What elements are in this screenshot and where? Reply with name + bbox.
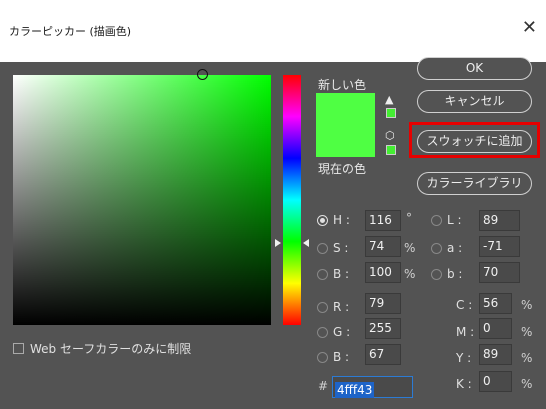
label-l: L : — [447, 213, 462, 227]
input-c[interactable]: 56 — [479, 293, 512, 314]
new-color-swatch — [316, 93, 375, 128]
window-title: カラーピッカー (描画色) — [9, 25, 132, 38]
warning-icon: ▲ — [385, 93, 394, 106]
radio-l[interactable] — [431, 215, 442, 226]
gamut-warning-swatch[interactable] — [386, 108, 396, 118]
input-b[interactable]: 100 — [365, 262, 401, 283]
new-color-label: 新しい色 — [318, 78, 367, 92]
unit-m: % — [521, 325, 533, 339]
label-a: a : — [447, 241, 463, 255]
radio-rgb-b[interactable] — [317, 352, 328, 363]
unit-y: % — [521, 351, 533, 365]
label-h: H : — [333, 213, 350, 227]
color-field[interactable] — [13, 75, 271, 325]
label-m: M : — [456, 325, 475, 339]
radio-b[interactable] — [317, 269, 328, 280]
cube-icon: ⬡ — [385, 129, 395, 142]
hex-value: 4fff43 — [335, 382, 375, 398]
websafe-checkbox[interactable] — [13, 343, 24, 354]
input-s[interactable]: 74 — [365, 236, 401, 257]
input-k[interactable]: 0 — [479, 371, 512, 392]
unit-k: % — [521, 377, 533, 391]
label-y: Y : — [456, 351, 472, 365]
hex-input[interactable]: 4fff43 — [332, 376, 413, 398]
highlight-box — [409, 122, 540, 158]
label-g: G : — [333, 325, 351, 339]
hue-slider[interactable] — [283, 75, 301, 325]
input-y[interactable]: 89 — [479, 344, 512, 365]
label-rgb-b: B : — [333, 350, 350, 364]
websafe-option[interactable]: Web セーフカラーのみに制限 — [13, 340, 191, 357]
current-color-label: 現在の色 — [318, 162, 367, 176]
hue-slider-right-handle[interactable] — [303, 239, 309, 247]
hue-slider-left-handle[interactable] — [275, 239, 281, 247]
input-rgb-b[interactable]: 67 — [365, 344, 401, 365]
unit-b: % — [404, 267, 416, 281]
close-icon[interactable]: ✕ — [522, 19, 537, 37]
input-h[interactable]: 116 — [365, 210, 401, 231]
cancel-button[interactable]: キャンセル — [417, 90, 532, 113]
input-lab-b[interactable]: 70 — [479, 262, 520, 283]
label-lab-b: b : — [447, 267, 463, 281]
radio-h[interactable] — [317, 215, 328, 226]
label-s: S : — [333, 241, 349, 255]
radio-s[interactable] — [317, 243, 328, 254]
title-bar: カラーピッカー (描画色) ✕ — [0, 0, 546, 62]
radio-a[interactable] — [431, 243, 442, 254]
radio-r[interactable] — [317, 302, 328, 313]
input-r[interactable]: 79 — [365, 293, 401, 314]
color-libraries-button[interactable]: カラーライブラリ — [417, 172, 532, 195]
label-k: K : — [456, 377, 472, 391]
color-field-marker[interactable] — [197, 69, 208, 80]
label-b: B : — [333, 267, 350, 281]
current-color-swatch[interactable] — [316, 128, 375, 157]
input-l[interactable]: 89 — [479, 210, 520, 231]
hex-sign: # — [318, 379, 329, 393]
label-r: R : — [333, 300, 350, 314]
radio-g[interactable] — [317, 327, 328, 338]
unit-c: % — [521, 298, 533, 312]
websafe-label: Web セーフカラーのみに制限 — [30, 342, 192, 356]
radio-lab-b[interactable] — [431, 269, 442, 280]
unit-h: ° — [406, 211, 412, 225]
label-c: C : — [456, 298, 473, 312]
input-m[interactable]: 0 — [479, 318, 512, 339]
ok-button[interactable]: OK — [417, 57, 532, 80]
input-a[interactable]: -71 — [479, 236, 520, 257]
web-safe-warning-swatch[interactable] — [386, 145, 396, 155]
input-g[interactable]: 255 — [365, 318, 401, 339]
unit-s: % — [404, 241, 416, 255]
